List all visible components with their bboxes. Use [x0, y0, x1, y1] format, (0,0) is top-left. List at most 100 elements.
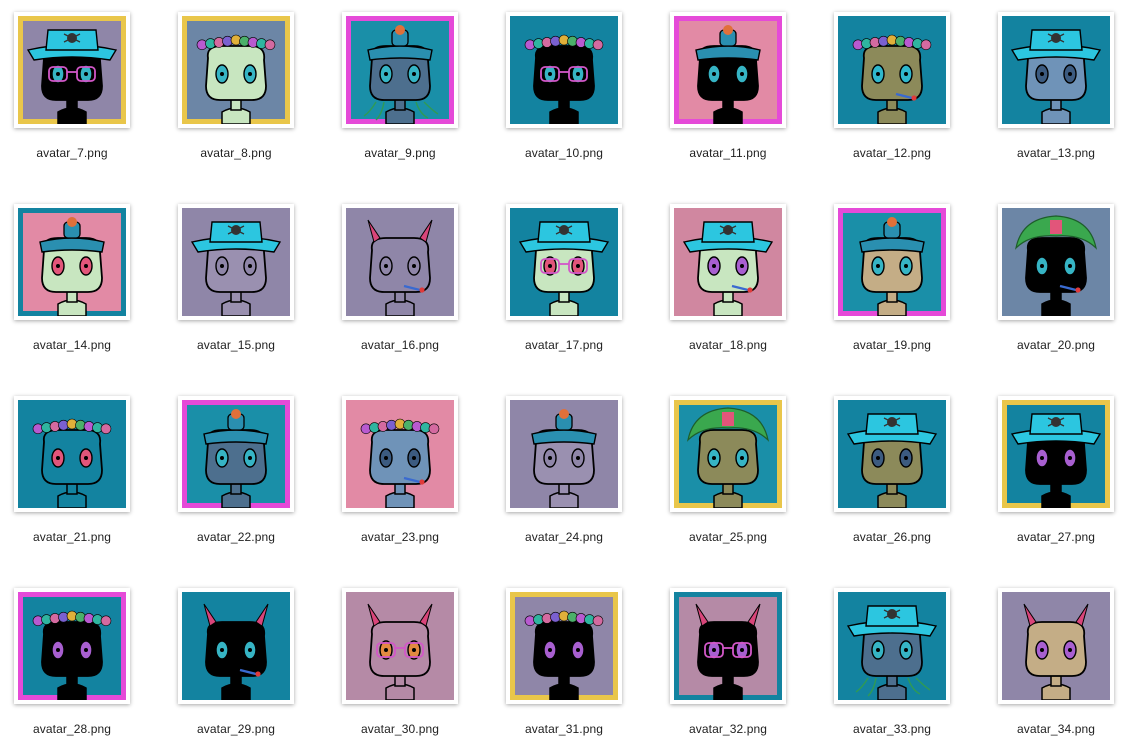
file-thumbnail[interactable]: [178, 588, 294, 704]
file-item[interactable]: avatar_18.png: [653, 204, 803, 364]
file-item[interactable]: avatar_23.png: [325, 396, 475, 556]
avatar-image: [510, 592, 618, 700]
file-name[interactable]: avatar_16.png: [325, 338, 475, 352]
file-name[interactable]: avatar_13.png: [981, 146, 1131, 160]
file-item[interactable]: avatar_32.png: [653, 588, 803, 748]
avatar-image: [674, 400, 782, 508]
file-thumbnail[interactable]: [834, 396, 950, 512]
avatar-image: [674, 592, 782, 700]
file-name[interactable]: avatar_30.png: [325, 722, 475, 736]
file-thumbnail[interactable]: [178, 204, 294, 320]
file-thumbnail[interactable]: [506, 396, 622, 512]
file-name[interactable]: avatar_26.png: [817, 530, 967, 544]
file-item[interactable]: avatar_24.png: [489, 396, 639, 556]
avatar-image: [18, 592, 126, 700]
avatar-image: [18, 208, 126, 316]
file-item[interactable]: avatar_17.png: [489, 204, 639, 364]
avatar-image: [510, 208, 618, 316]
file-thumbnail[interactable]: [506, 12, 622, 128]
file-item[interactable]: avatar_34.png: [981, 588, 1131, 748]
file-name[interactable]: avatar_20.png: [981, 338, 1131, 352]
file-thumbnail[interactable]: [14, 204, 130, 320]
file-item[interactable]: avatar_14.png: [0, 204, 147, 364]
file-name[interactable]: avatar_25.png: [653, 530, 803, 544]
file-thumbnail[interactable]: [998, 588, 1114, 704]
file-thumbnail[interactable]: [834, 588, 950, 704]
file-thumbnail[interactable]: [998, 12, 1114, 128]
file-thumbnail[interactable]: [834, 12, 950, 128]
file-name[interactable]: avatar_17.png: [489, 338, 639, 352]
file-name[interactable]: avatar_12.png: [817, 146, 967, 160]
file-name[interactable]: avatar_23.png: [325, 530, 475, 544]
file-name[interactable]: avatar_15.png: [161, 338, 311, 352]
avatar-image: [346, 400, 454, 508]
file-thumbnail[interactable]: [342, 204, 458, 320]
file-name[interactable]: avatar_7.png: [0, 146, 147, 160]
file-item[interactable]: avatar_9.png: [325, 12, 475, 172]
file-name[interactable]: avatar_28.png: [0, 722, 147, 736]
file-item[interactable]: avatar_30.png: [325, 588, 475, 748]
file-thumbnail[interactable]: [14, 588, 130, 704]
file-thumbnail[interactable]: [506, 204, 622, 320]
file-item[interactable]: avatar_19.png: [817, 204, 967, 364]
avatar-image: [510, 400, 618, 508]
avatar-image: [18, 400, 126, 508]
file-thumbnail[interactable]: [506, 588, 622, 704]
file-name[interactable]: avatar_9.png: [325, 146, 475, 160]
file-grid: avatar_7.png avatar_8.png avatar_9.png avat…: [0, 0, 1138, 750]
file-item[interactable]: avatar_7.png: [0, 12, 147, 172]
file-name[interactable]: avatar_21.png: [0, 530, 147, 544]
file-item[interactable]: avatar_31.png: [489, 588, 639, 748]
file-name[interactable]: avatar_10.png: [489, 146, 639, 160]
file-thumbnail[interactable]: [670, 204, 786, 320]
file-thumbnail[interactable]: [178, 396, 294, 512]
file-item[interactable]: avatar_12.png: [817, 12, 967, 172]
file-name[interactable]: avatar_34.png: [981, 722, 1131, 736]
file-item[interactable]: avatar_15.png: [161, 204, 311, 364]
file-item[interactable]: avatar_20.png: [981, 204, 1131, 364]
file-name[interactable]: avatar_18.png: [653, 338, 803, 352]
avatar-image: [1002, 592, 1110, 700]
file-thumbnail[interactable]: [14, 396, 130, 512]
file-thumbnail[interactable]: [998, 396, 1114, 512]
avatar-image: [838, 208, 946, 316]
avatar-image: [674, 16, 782, 124]
file-name[interactable]: avatar_22.png: [161, 530, 311, 544]
avatar-image: [1002, 16, 1110, 124]
file-item[interactable]: avatar_11.png: [653, 12, 803, 172]
file-item[interactable]: avatar_10.png: [489, 12, 639, 172]
file-item[interactable]: avatar_22.png: [161, 396, 311, 556]
file-item[interactable]: avatar_26.png: [817, 396, 967, 556]
file-thumbnail[interactable]: [342, 396, 458, 512]
file-item[interactable]: avatar_33.png: [817, 588, 967, 748]
file-name[interactable]: avatar_32.png: [653, 722, 803, 736]
file-thumbnail[interactable]: [670, 396, 786, 512]
file-item[interactable]: avatar_21.png: [0, 396, 147, 556]
file-thumbnail[interactable]: [670, 588, 786, 704]
file-name[interactable]: avatar_14.png: [0, 338, 147, 352]
file-name[interactable]: avatar_19.png: [817, 338, 967, 352]
file-item[interactable]: avatar_25.png: [653, 396, 803, 556]
file-item[interactable]: avatar_29.png: [161, 588, 311, 748]
file-name[interactable]: avatar_33.png: [817, 722, 967, 736]
file-name[interactable]: avatar_11.png: [653, 146, 803, 160]
file-item[interactable]: avatar_27.png: [981, 396, 1131, 556]
file-thumbnail[interactable]: [342, 12, 458, 128]
file-thumbnail[interactable]: [178, 12, 294, 128]
file-item[interactable]: avatar_8.png: [161, 12, 311, 172]
file-name[interactable]: avatar_31.png: [489, 722, 639, 736]
file-name[interactable]: avatar_27.png: [981, 530, 1131, 544]
file-name[interactable]: avatar_29.png: [161, 722, 311, 736]
file-thumbnail[interactable]: [342, 588, 458, 704]
file-thumbnail[interactable]: [998, 204, 1114, 320]
file-item[interactable]: avatar_13.png: [981, 12, 1131, 172]
avatar-image: [838, 400, 946, 508]
file-item[interactable]: avatar_28.png: [0, 588, 147, 748]
avatar-image: [346, 208, 454, 316]
file-item[interactable]: avatar_16.png: [325, 204, 475, 364]
file-thumbnail[interactable]: [14, 12, 130, 128]
file-name[interactable]: avatar_24.png: [489, 530, 639, 544]
file-thumbnail[interactable]: [834, 204, 950, 320]
file-thumbnail[interactable]: [670, 12, 786, 128]
file-name[interactable]: avatar_8.png: [161, 146, 311, 160]
